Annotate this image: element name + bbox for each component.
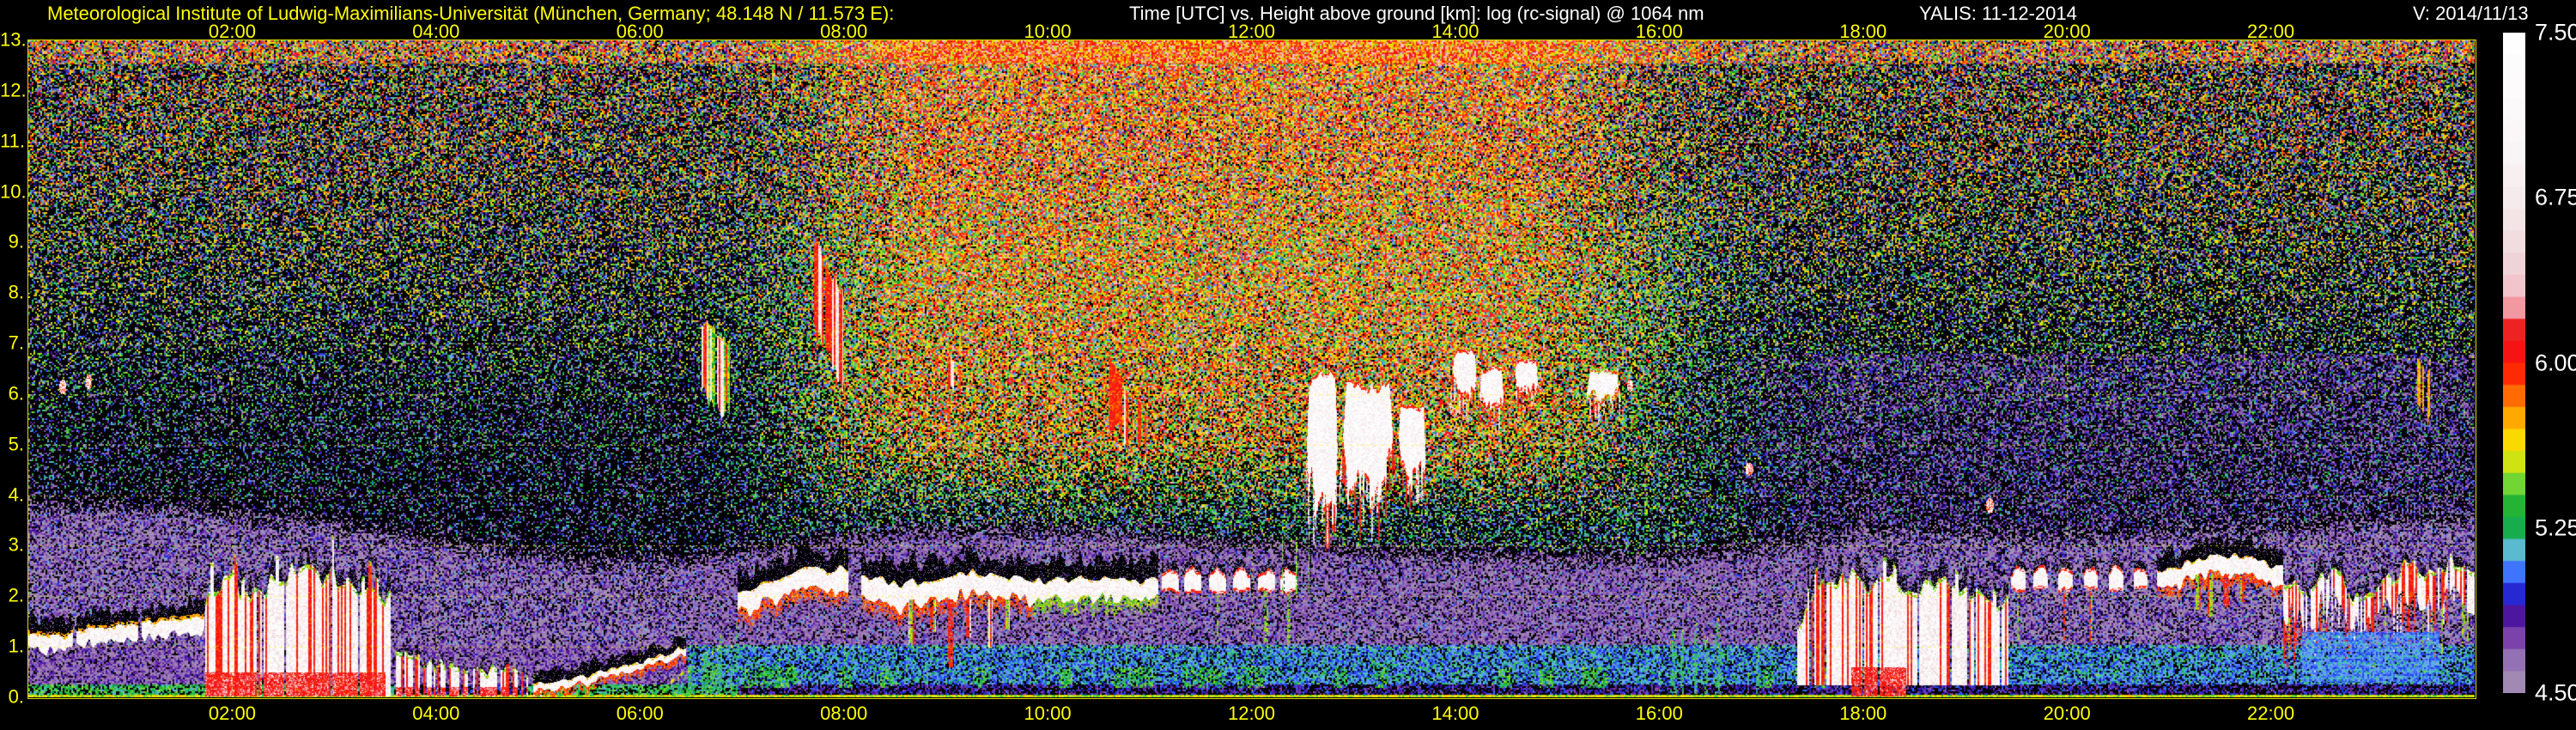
y-tick-label: 7. xyxy=(8,332,24,354)
x-tick-label-bottom: 12:00 xyxy=(1227,703,1276,724)
x-tick-label-bottom: 16:00 xyxy=(1635,703,1683,724)
colorbar-tick-label: 5.25 xyxy=(2535,514,2576,541)
x-tick-label-bottom: 04:00 xyxy=(412,703,460,724)
y-tick-label: 12. xyxy=(0,79,27,101)
y-tick-label: 8. xyxy=(8,281,24,303)
y-tick-label: 11. xyxy=(0,130,25,152)
lidar-heatmap-canvas xyxy=(28,40,2475,697)
colorbar-tick-label: 7.50 xyxy=(2535,19,2576,46)
x-tick-label-bottom: 10:00 xyxy=(1024,703,1072,724)
y-tick-label: 3. xyxy=(8,533,24,556)
y-tick-label: 13. xyxy=(0,28,27,51)
colorbar-tick-label: 6.75 xyxy=(2535,184,2576,210)
x-tick-label-bottom: 02:00 xyxy=(208,703,256,724)
y-tick-label: 2. xyxy=(8,584,24,606)
x-tick-label-bottom: 18:00 xyxy=(1839,703,1887,724)
plot-title: Time [UTC] vs. Height above ground [km]:… xyxy=(1129,3,1704,24)
y-tick-label: 9. xyxy=(8,230,24,252)
x-tick-label-bottom: 06:00 xyxy=(616,703,664,724)
version-label: V: 2014/11/13 xyxy=(2413,3,2529,24)
y-tick-label: 1. xyxy=(8,635,24,657)
lidar-quicklook-page: Meteorological Institute of Ludwig-Maxim… xyxy=(0,0,2576,730)
x-tick-label-bottom: 14:00 xyxy=(1431,703,1479,724)
y-tick-label: 5. xyxy=(8,433,24,455)
x-tick-label-bottom: 22:00 xyxy=(2247,703,2295,724)
colorbar-tick-label: 6.00 xyxy=(2535,350,2576,375)
x-tick-label-bottom: 08:00 xyxy=(820,703,868,724)
colorbar xyxy=(2503,33,2525,693)
institute-title: Meteorological Institute of Ludwig-Maxim… xyxy=(47,3,895,24)
y-tick-label: 4. xyxy=(8,484,24,506)
y-tick-label: 6. xyxy=(8,382,24,405)
y-tick-label: 0. xyxy=(8,685,24,708)
colorbar-tick-label: 4.50 xyxy=(2535,679,2576,706)
x-tick-label-bottom: 20:00 xyxy=(2043,703,2091,724)
y-tick-label: 10. xyxy=(0,180,27,203)
